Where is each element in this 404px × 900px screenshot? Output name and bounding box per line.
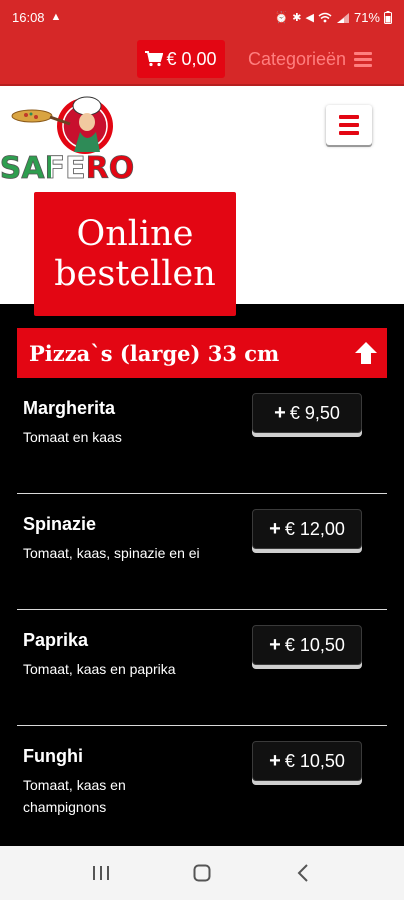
item-name: Paprika: [23, 630, 89, 650]
battery-icon: [384, 10, 392, 24]
menu-item: Spinazie Tomaat, kaas, spinazie en ei + …: [17, 494, 387, 610]
add-to-cart-button[interactable]: + € 10,50: [252, 625, 362, 665]
cart-total: € 0,00: [166, 48, 217, 69]
plus-icon: +: [269, 749, 281, 772]
categories-button[interactable]: Categorieën: [248, 40, 373, 78]
categories-label: Categorieën: [248, 48, 347, 69]
status-bar: 16:08 ▲ ⏰ ✱ ◀ 71%: [0, 0, 404, 34]
menu-bar-2: [339, 123, 359, 127]
home-button[interactable]: [182, 853, 222, 893]
menu-bar-1: [339, 115, 359, 119]
safero-logo: SAFERO: [0, 96, 134, 184]
item-price: € 10,50: [284, 634, 345, 655]
add-to-cart-button[interactable]: + € 10,50: [252, 741, 362, 781]
menu-section: Pizza`s (large) 33 cm Margherita Tomaat …: [0, 304, 404, 846]
alarm-icon: ⏰: [274, 11, 289, 24]
item-name: Margherita: [23, 398, 116, 418]
order-title-line1: Online: [76, 214, 194, 254]
item-price: € 10,50: [284, 750, 345, 771]
plus-icon: +: [269, 633, 281, 656]
logo-text: SAFERO: [0, 151, 134, 184]
signal-icon: [336, 12, 349, 23]
plus-icon: +: [274, 401, 286, 424]
online-order-title: Online bestellen: [34, 192, 236, 316]
arrow-up-icon[interactable]: [353, 340, 379, 366]
wifi-icon: [318, 12, 332, 22]
menu-bar-3: [339, 131, 359, 135]
top-bar: € 0,00 Categorieën: [0, 34, 404, 86]
status-time: 16:08: [12, 9, 45, 25]
menu-item: Funghi Tomaat, kaas en champignons + € 1…: [17, 726, 387, 842]
header: SAFERO Online bestellen: [0, 86, 404, 316]
menu-button[interactable]: [326, 105, 372, 145]
item-description: Tomaat, kaas en paprika: [23, 661, 176, 677]
add-to-cart-button[interactable]: + € 12,00: [252, 509, 362, 549]
battery-level: 71%: [353, 9, 380, 25]
system-navigation-bar: [0, 846, 404, 900]
order-title-line2: bestellen: [54, 254, 216, 294]
home-icon: [193, 864, 211, 882]
item-description: Tomaat, kaas en champignons: [23, 777, 126, 815]
item-name: Spinazie: [23, 514, 97, 534]
recent-apps-button[interactable]: [81, 853, 121, 893]
plus-icon: +: [269, 517, 281, 540]
add-to-cart-button[interactable]: + € 9,50: [252, 393, 362, 433]
status-icons: ⏰ ✱ ◀ 71%: [275, 10, 392, 25]
item-price: € 12,00: [284, 518, 345, 539]
bluetooth-icon: ✱: [292, 11, 302, 24]
category-header[interactable]: Pizza`s (large) 33 cm: [17, 328, 387, 378]
item-name: Funghi: [23, 746, 83, 766]
item-description: Tomaat en kaas: [23, 429, 122, 445]
mute-icon: ◀: [305, 11, 314, 24]
item-price: € 9,50: [289, 402, 340, 423]
hamburger-icon: [354, 51, 373, 67]
cart-button[interactable]: € 0,00: [137, 40, 225, 78]
item-description: Tomaat, kaas, spinazie en ei: [23, 545, 200, 561]
cart-icon: [145, 51, 164, 67]
menu-item: Margherita Tomaat en kaas + € 9,50: [17, 378, 387, 494]
category-title: Pizza`s (large) 33 cm: [29, 340, 280, 366]
recent-apps-icon: [92, 866, 109, 880]
menu-item: Paprika Tomaat, kaas en paprika + € 10,5…: [17, 610, 387, 726]
notification-icon: ▲: [50, 11, 62, 23]
back-icon: [297, 864, 309, 882]
back-button[interactable]: [283, 853, 323, 893]
